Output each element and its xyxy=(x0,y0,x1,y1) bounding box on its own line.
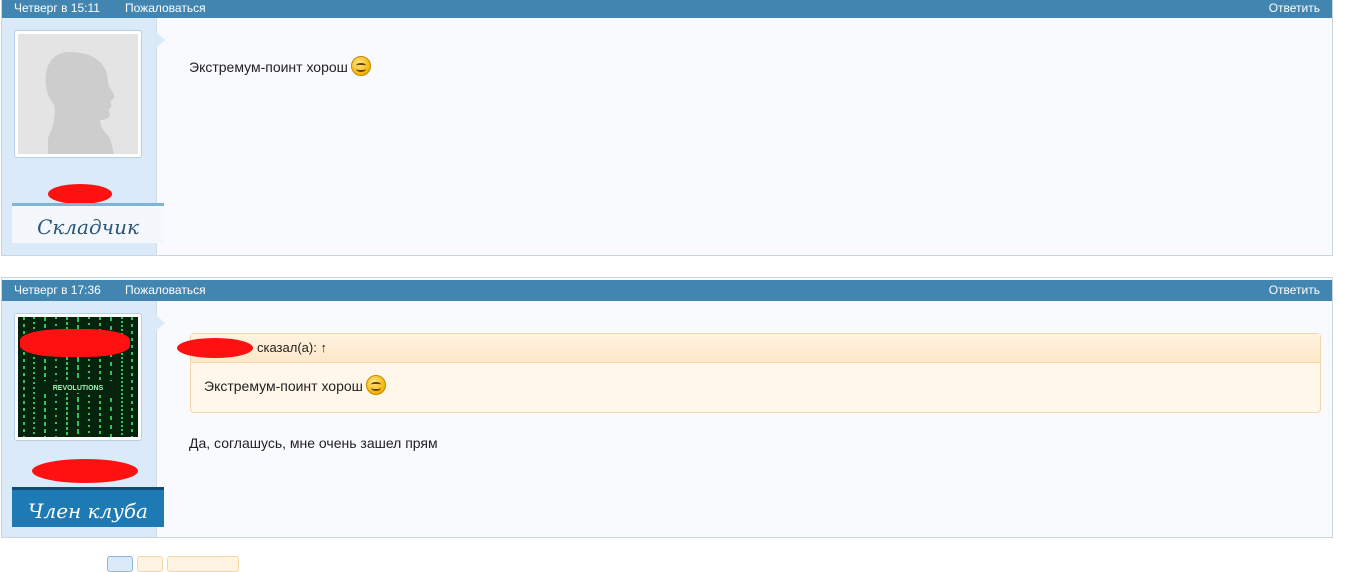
quote-header: сказал(а): ↑ xyxy=(177,334,1320,363)
rank-badge: Складчик xyxy=(12,203,164,243)
smiley-icon xyxy=(350,56,371,76)
post-content: Экстремум-поинт хорош xyxy=(189,56,371,76)
quote-content: Экстремум-поинт хорош xyxy=(191,363,1320,407)
quote-block: сказал(а): ↑ Экстремум-поинт хорош xyxy=(177,333,1321,413)
pager-button[interactable] xyxy=(137,556,163,572)
username-redaction xyxy=(32,459,138,483)
quote-author-redaction xyxy=(177,338,253,358)
report-link[interactable]: Пожаловаться xyxy=(125,280,206,301)
post-content: Да, соглашусь, мне очень зашел прям xyxy=(189,435,438,451)
reply-link[interactable]: Ответить xyxy=(1269,0,1320,18)
avatar-caption: REVOLUTIONS xyxy=(53,385,104,392)
post-text: Экстремум-поинт хорош xyxy=(189,59,348,75)
avatar[interactable] xyxy=(14,30,142,158)
user-sidebar: Складчик xyxy=(2,18,165,255)
rank-badge: Член клуба xyxy=(12,487,164,527)
quote-text: Экстремум-поинт хорош xyxy=(204,378,363,394)
post-date[interactable]: Четверг в 15:11 xyxy=(14,0,100,18)
quote-jump-arrow-icon[interactable]: ↑ xyxy=(320,340,327,355)
username-redaction xyxy=(20,329,130,357)
username-redaction xyxy=(48,184,112,204)
pager-button-next[interactable] xyxy=(167,556,239,572)
post-2: Четверг в 17:36 Пожаловаться Ответить RE… xyxy=(1,277,1333,538)
post-1: Четверг в 15:11 Пожаловаться Ответить Ск… xyxy=(1,0,1333,256)
post-header: Четверг в 17:36 Пожаловаться Ответить xyxy=(2,280,1332,301)
post-header: Четверг в 15:11 Пожаловаться Ответить xyxy=(2,0,1332,18)
post-date[interactable]: Четверг в 17:36 xyxy=(14,280,101,301)
reply-link[interactable]: Ответить xyxy=(1269,280,1320,301)
default-avatar-icon xyxy=(18,34,138,154)
smiley-icon xyxy=(365,375,386,395)
report-link[interactable]: Пожаловаться xyxy=(125,0,206,18)
user-sidebar: REVOLUTIONS Член клуба xyxy=(2,301,165,537)
post-text: Да, соглашусь, мне очень зашел прям xyxy=(189,435,438,451)
pager-button-current[interactable] xyxy=(107,556,133,572)
